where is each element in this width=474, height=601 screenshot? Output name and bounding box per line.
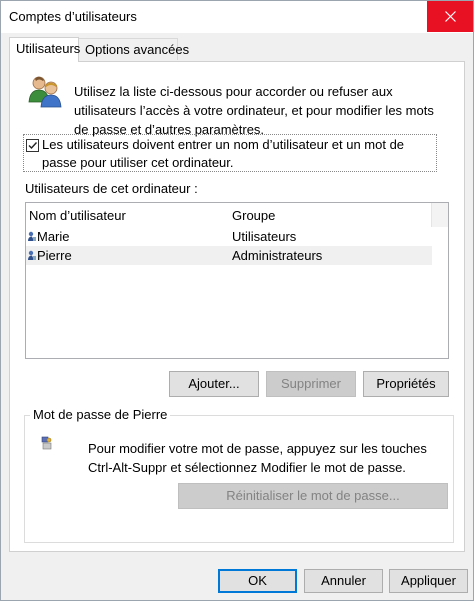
column-header-username[interactable]: Nom d’utilisateur [29, 208, 126, 223]
user-name: Pierre [37, 248, 72, 263]
require-password-checkbox[interactable] [26, 139, 39, 152]
ok-button[interactable]: OK [218, 569, 297, 593]
checkmark-icon [28, 142, 38, 150]
tab-users-label: Utilisateurs [16, 41, 81, 56]
password-group-title: Mot de passe de Pierre [30, 407, 171, 422]
password-instructions: Pour modifier votre mot de passe, appuye… [88, 441, 427, 475]
user-icon [28, 231, 36, 241]
require-password-label: Les utilisateurs doivent entrer un nom d… [42, 137, 405, 170]
password-group: Mot de passe de Pierre Pour modifier vot… [24, 407, 454, 543]
tab-advanced-options[interactable]: Options avancées [78, 38, 189, 60]
users-list-label: Utilisateurs de cet ordinateur : [25, 181, 198, 196]
titlebar[interactable]: Comptes d’utilisateurs [1, 1, 473, 33]
user-group: Administrateurs [232, 248, 323, 263]
remove-user-button[interactable]: Supprimer [266, 371, 356, 397]
close-icon [444, 11, 456, 22]
tab-advanced-options-label: Options avancées [85, 42, 190, 57]
apply-button[interactable]: Appliquer [389, 569, 468, 593]
list-item-selected[interactable]: Pierre Administrateurs [26, 246, 432, 265]
tab-users[interactable]: Utilisateurs [9, 37, 81, 62]
user-icon [28, 250, 36, 260]
users-tab-panel: Utilisez la liste ci-dessous pour accord… [9, 61, 465, 552]
users-icon [28, 76, 62, 108]
user-accounts-window: Comptes d’utilisateurs Utilisateurs Opti… [0, 0, 474, 601]
user-group: Utilisateurs [232, 229, 297, 244]
intro-text: Utilisez la liste ci-dessous pour accord… [74, 84, 434, 137]
add-user-button[interactable]: Ajouter... [169, 371, 259, 397]
users-list[interactable]: Nom d’utilisateur Groupe Marie Utilisate… [25, 202, 449, 359]
properties-button[interactable]: Propriétés [363, 371, 449, 397]
list-scrollbar[interactable] [431, 203, 448, 227]
reset-password-button[interactable]: Réinitialiser le mot de passe... [178, 483, 448, 509]
require-password-option[interactable]: Les utilisateurs doivent entrer un nom d… [23, 134, 437, 172]
user-name: Marie [37, 229, 70, 244]
window-title: Comptes d’utilisateurs [9, 9, 137, 24]
close-button[interactable] [427, 1, 473, 32]
list-item[interactable]: Marie Utilisateurs [26, 227, 432, 246]
column-header-group[interactable]: Groupe [232, 208, 275, 223]
key-icon [41, 436, 52, 450]
cancel-button[interactable]: Annuler [304, 569, 383, 593]
users-list-header: Nom d’utilisateur Groupe [26, 203, 432, 227]
